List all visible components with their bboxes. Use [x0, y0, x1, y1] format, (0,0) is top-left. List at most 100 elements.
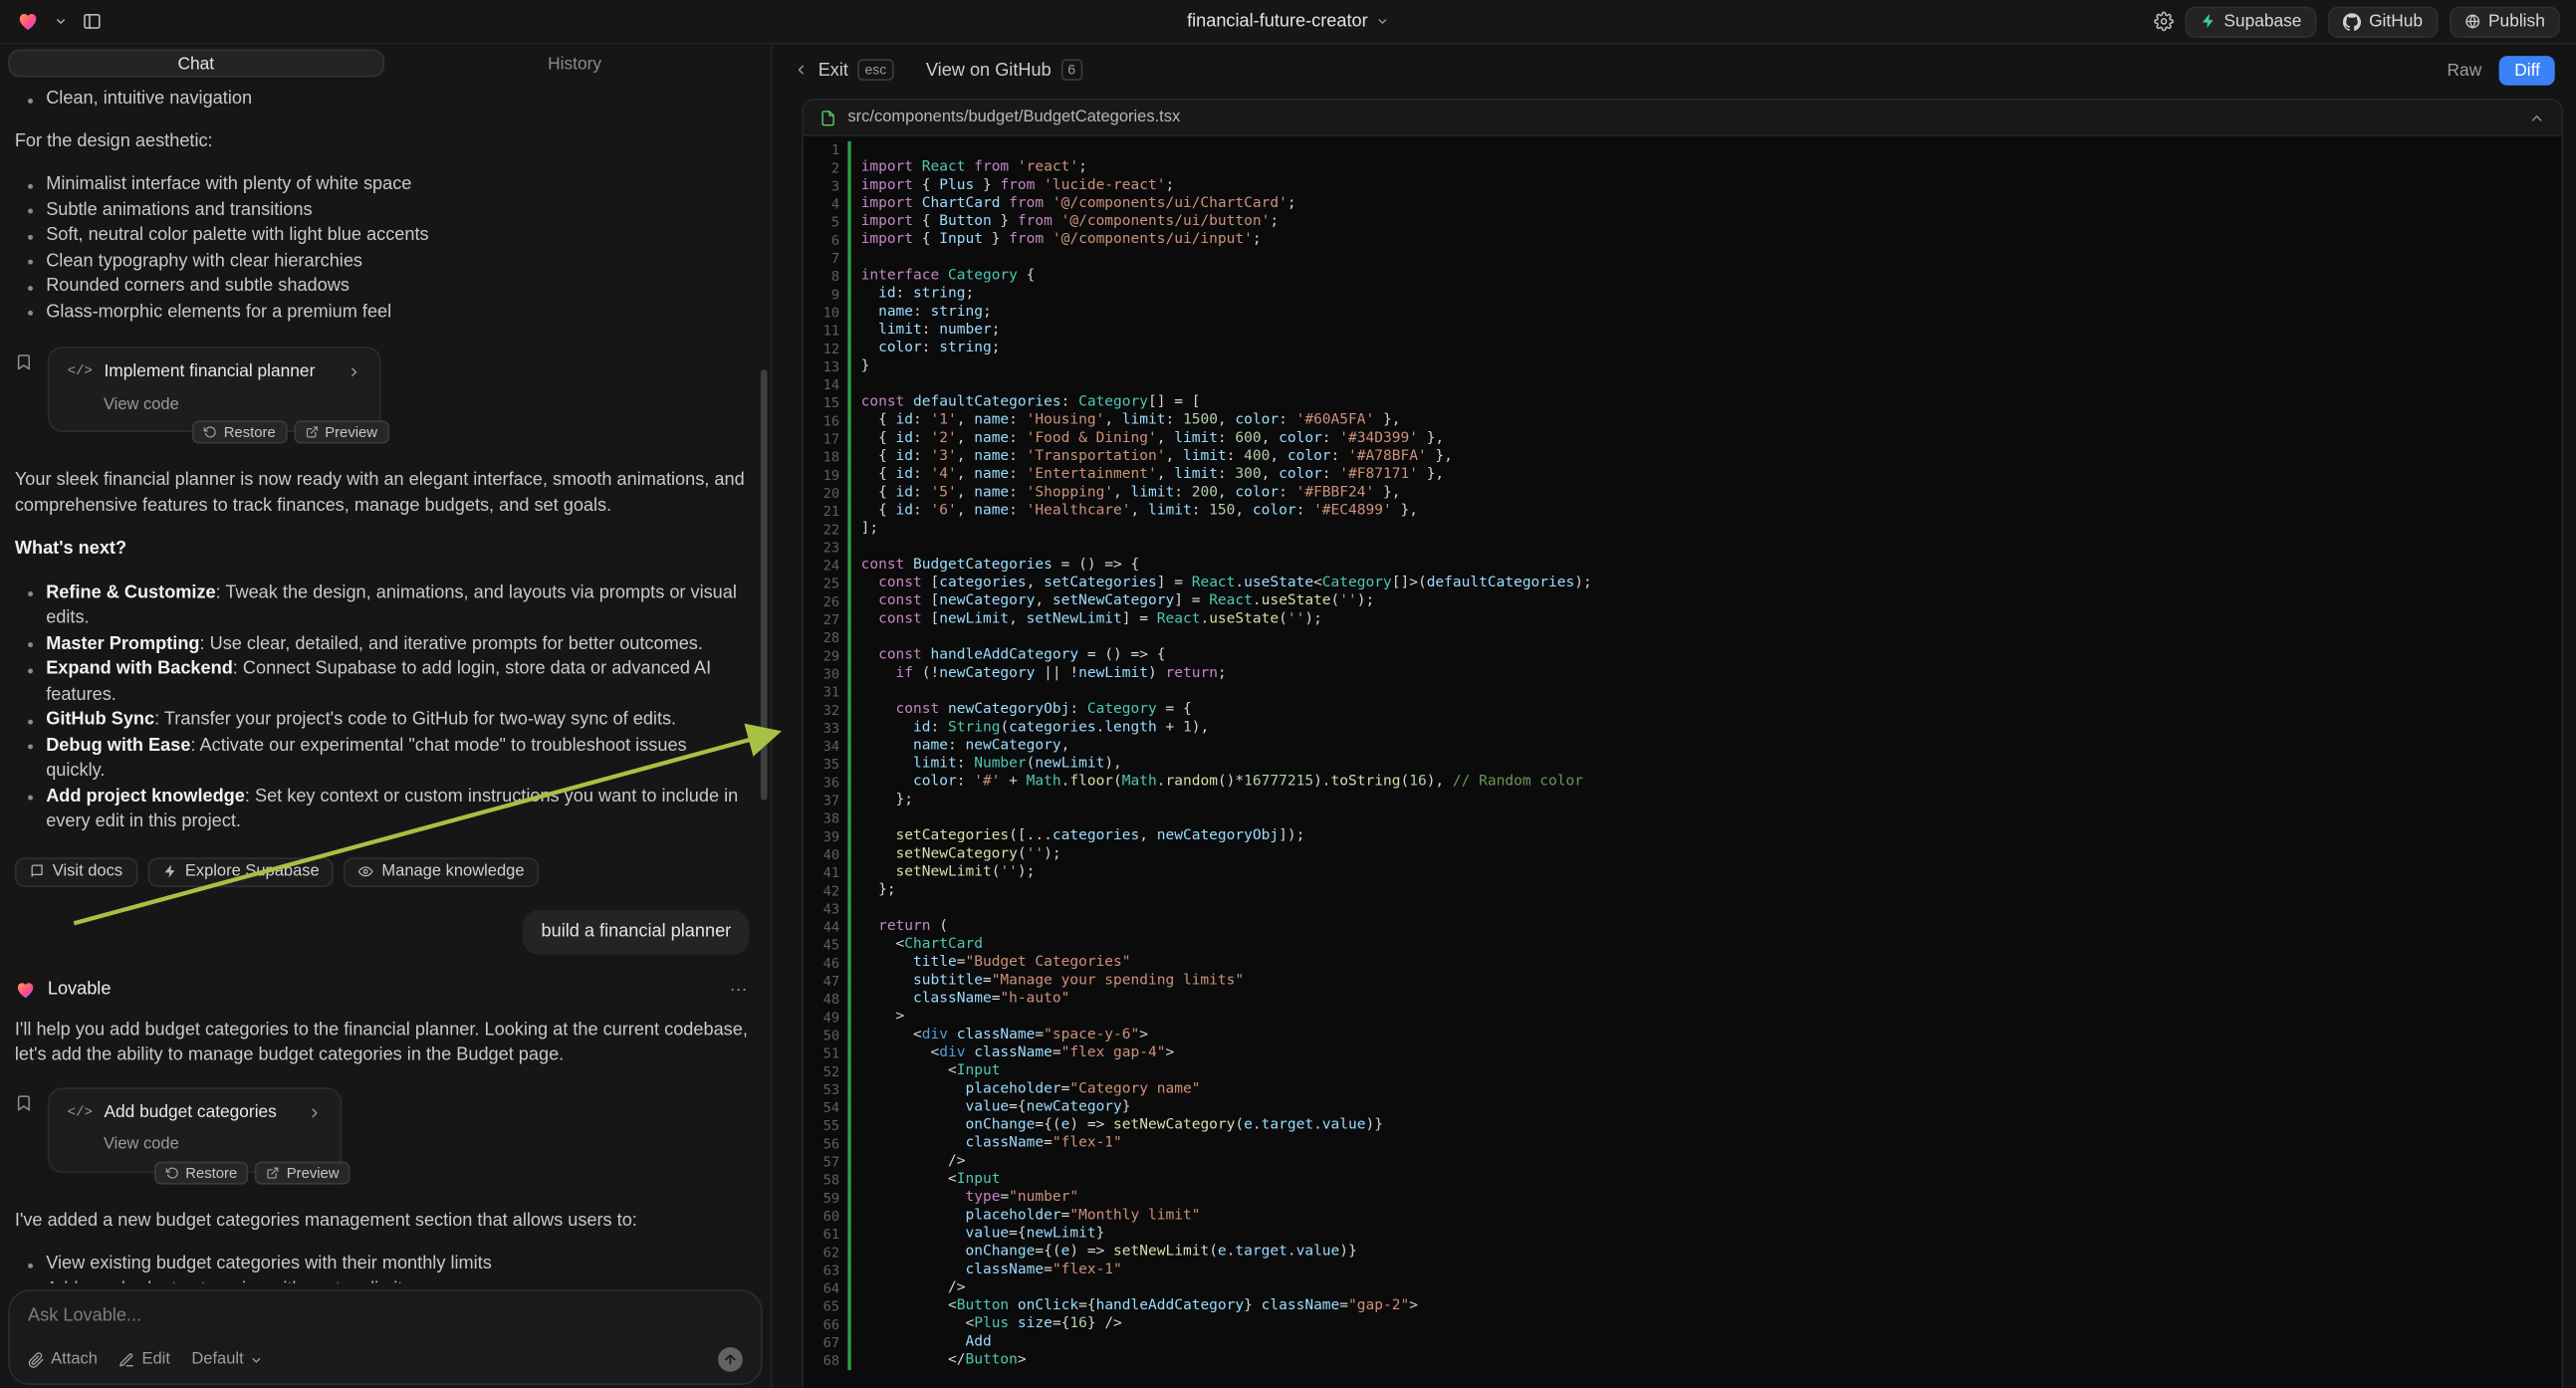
code-line: 30 if (!newCategory || !newLimit) return…: [804, 665, 2561, 683]
view-code-link[interactable]: View code: [68, 1132, 323, 1158]
code-line: 36 color: '#' + Math.floor(Math.random()…: [804, 774, 2561, 792]
code-line: 15const defaultCategories: Category[] = …: [804, 394, 2561, 412]
topbar-left: [17, 10, 103, 33]
chevron-left-icon: [794, 63, 809, 78]
code-line: 68 </Button>: [804, 1352, 2561, 1370]
preview-button[interactable]: Preview: [294, 420, 389, 443]
exit-label: Exit: [819, 60, 848, 80]
chat-input[interactable]: Ask Lovable...: [28, 1306, 743, 1326]
workspace-chevron-down-icon[interactable]: [54, 15, 67, 28]
code-line: 49 >: [804, 1009, 2561, 1027]
code-line: 63 className="flex-1": [804, 1262, 2561, 1279]
exit-button[interactable]: Exit esc: [794, 59, 893, 80]
code-line: 57 />: [804, 1153, 2561, 1171]
version-row: </> Add budget categories View code Rest…: [15, 1086, 750, 1172]
composer-toolbar: Attach Edit Default: [28, 1347, 743, 1372]
code-line: 10 name: string;: [804, 304, 2561, 322]
message-menu-dots-icon[interactable]: ⋯: [730, 980, 750, 1001]
chat-messages[interactable]: Clean, intuitive navigation For the desi…: [0, 81, 771, 1283]
list-item: Master Prompting: Use clear, detailed, a…: [15, 631, 750, 657]
code-line: 14: [804, 376, 2561, 394]
code-line: 29 const handleAddCategory = () => {: [804, 647, 2561, 665]
restore-button[interactable]: Restore: [192, 420, 287, 443]
code-line: 22];: [804, 521, 2561, 539]
project-name: financial-future-creator: [1187, 12, 1368, 32]
file-header[interactable]: src/components/budget/BudgetCategories.t…: [804, 101, 2561, 136]
code-line: 33 id: String(categories.length + 1),: [804, 720, 2561, 738]
github-label: GitHub: [2369, 12, 2423, 32]
supabase-button[interactable]: Supabase: [2185, 6, 2316, 37]
code-line: 45 <ChartCard: [804, 937, 2561, 955]
code-line: 42 };: [804, 882, 2561, 900]
code-line: 54 value={newCategory}: [804, 1099, 2561, 1117]
chat-scrollbar-thumb[interactable]: [761, 369, 768, 800]
code-line: 12 color: string;: [804, 341, 2561, 358]
preview-button[interactable]: Preview: [255, 1161, 351, 1184]
version-card-implement-financial-planner[interactable]: </> Implement financial planner View cod…: [48, 347, 380, 432]
code-line: 67 Add: [804, 1334, 2561, 1352]
explore-supabase-button[interactable]: Explore Supabase: [147, 856, 335, 886]
code-line: 4import ChartCard from '@/components/ui/…: [804, 195, 2561, 213]
code-line: 60 placeholder="Monthly limit": [804, 1208, 2561, 1226]
chat-pane: Chat History Clean, intuitive navigation…: [0, 45, 773, 1388]
visit-docs-label: Visit docs: [53, 862, 122, 880]
explore-supabase-label: Explore Supabase: [185, 862, 320, 880]
assistant-text: I'll help you add budget categories to t…: [15, 1018, 750, 1068]
collapse-chevron-up-icon[interactable]: [2528, 110, 2545, 126]
code-editor[interactable]: 1 2import React from 'react';3import { P…: [804, 136, 2561, 1388]
publish-label: Publish: [2488, 12, 2545, 32]
code-line: 38: [804, 810, 2561, 827]
list-item: Subtle animations and transitions: [15, 198, 750, 224]
arrow-up-icon: [723, 1352, 738, 1367]
code-line: 48 className="h-auto": [804, 991, 2561, 1009]
code-line: 20 { id: '5', name: 'Shopping', limit: 2…: [804, 485, 2561, 503]
project-chevron-down-icon: [1376, 15, 1389, 28]
view-code-link[interactable]: View code: [68, 392, 361, 418]
design-bullet-list: Minimalist interface with plenty of whit…: [15, 172, 750, 325]
lovable-logo-icon[interactable]: [17, 10, 40, 33]
docs-icon: [30, 864, 45, 879]
list-item: Add new budget categories with custom li…: [15, 1277, 750, 1283]
version-card-add-budget-categories[interactable]: </> Add budget categories View code Rest…: [48, 1086, 343, 1172]
code-lines: 1 2import React from 'react';3import { P…: [804, 141, 2561, 1370]
settings-gear-icon[interactable]: [2153, 12, 2173, 32]
visit-docs-button[interactable]: Visit docs: [15, 856, 137, 886]
user-message-bubble: build a financial planner: [523, 909, 749, 954]
attach-button[interactable]: Attach: [28, 1350, 98, 1368]
whats-next-heading: What's next?: [15, 538, 750, 564]
github-button[interactable]: GitHub: [2328, 6, 2438, 37]
edit-button[interactable]: Edit: [118, 1350, 170, 1368]
main-split: Chat History Clean, intuitive navigation…: [0, 45, 2576, 1388]
code-line: 64 />: [804, 1279, 2561, 1297]
view-on-github-button[interactable]: View on GitHub 6: [926, 59, 1082, 80]
user-message: build a financial planner: [15, 909, 750, 954]
publish-button[interactable]: Publish: [2449, 6, 2559, 37]
diff-toggle-button[interactable]: Diff: [2499, 55, 2554, 85]
send-button[interactable]: [718, 1347, 743, 1372]
paperclip-icon: [28, 1351, 45, 1368]
quick-actions-row: Visit docs Explore Supabase Manage knowl…: [15, 856, 750, 886]
code-line: 26 const [newCategory, setNewCategory] =…: [804, 593, 2561, 611]
version-card-title-row: </> Implement financial planner: [68, 359, 361, 385]
esc-kbd-badge: esc: [858, 59, 893, 80]
code-line: 65 <Button onClick={handleAddCategory} c…: [804, 1298, 2561, 1316]
sidebar-toggle-icon[interactable]: [83, 12, 103, 32]
bookmark-icon[interactable]: [15, 353, 33, 371]
code-line: 50 <div className="space-y-6">: [804, 1027, 2561, 1044]
code-line: 35 limit: Number(newLimit),: [804, 756, 2561, 774]
bullet-list: Clean, intuitive navigation: [15, 87, 750, 113]
list-item: Refine & Customize: Tweak the design, an…: [15, 580, 750, 631]
mode-select[interactable]: Default: [191, 1350, 263, 1368]
project-switcher[interactable]: financial-future-creator: [1187, 12, 1389, 32]
bookmark-icon[interactable]: [15, 1093, 33, 1111]
manage-knowledge-button[interactable]: Manage knowledge: [344, 856, 539, 886]
restore-button[interactable]: Restore: [154, 1161, 249, 1184]
edit-label: Edit: [141, 1350, 169, 1368]
raw-toggle-button[interactable]: Raw: [2448, 60, 2482, 80]
tab-chat[interactable]: Chat: [8, 50, 383, 78]
list-item: Add project knowledge: Set key context o…: [15, 785, 750, 835]
tab-history[interactable]: History: [387, 50, 763, 78]
preview-label: Preview: [287, 1164, 340, 1181]
file-path: src/components/budget/BudgetCategories.t…: [847, 109, 1180, 126]
external-link-icon: [267, 1166, 280, 1179]
